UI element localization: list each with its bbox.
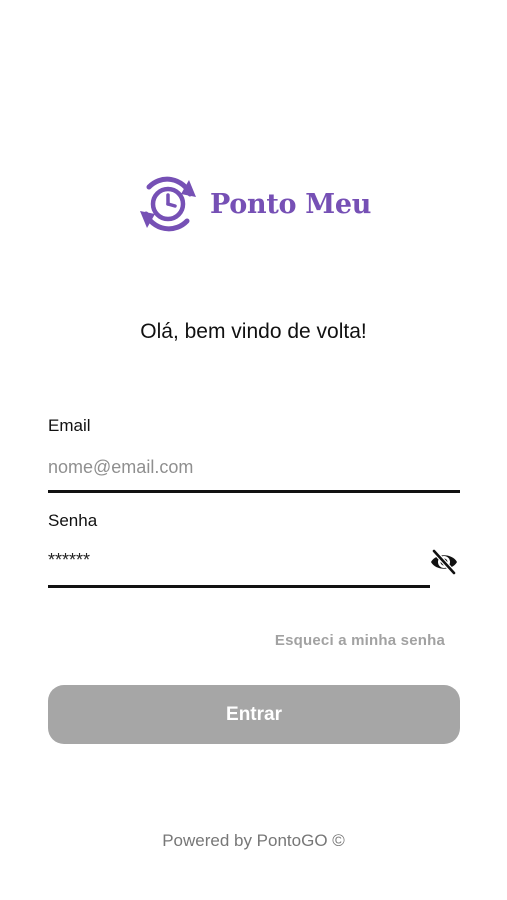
powered-by-footer: Powered by PontoGO © (162, 831, 345, 850)
password-underline (48, 585, 430, 588)
welcome-message: Olá, bem vindo de volta! (140, 320, 367, 343)
brand-name: Ponto Meu (210, 188, 372, 220)
email-input[interactable] (48, 454, 458, 480)
email-label: Email (48, 416, 91, 435)
toggle-password-visibility-button[interactable] (428, 548, 460, 576)
password-label: Senha (48, 511, 98, 530)
forgot-password-link[interactable]: Esqueci a minha senha (275, 632, 445, 649)
password-input[interactable] (48, 547, 428, 573)
clock-refresh-icon (140, 176, 196, 232)
login-button[interactable]: Entrar (48, 685, 460, 744)
eye-off-icon (431, 549, 457, 575)
brand-logo: Ponto Meu (134, 170, 384, 238)
email-underline (48, 490, 460, 493)
